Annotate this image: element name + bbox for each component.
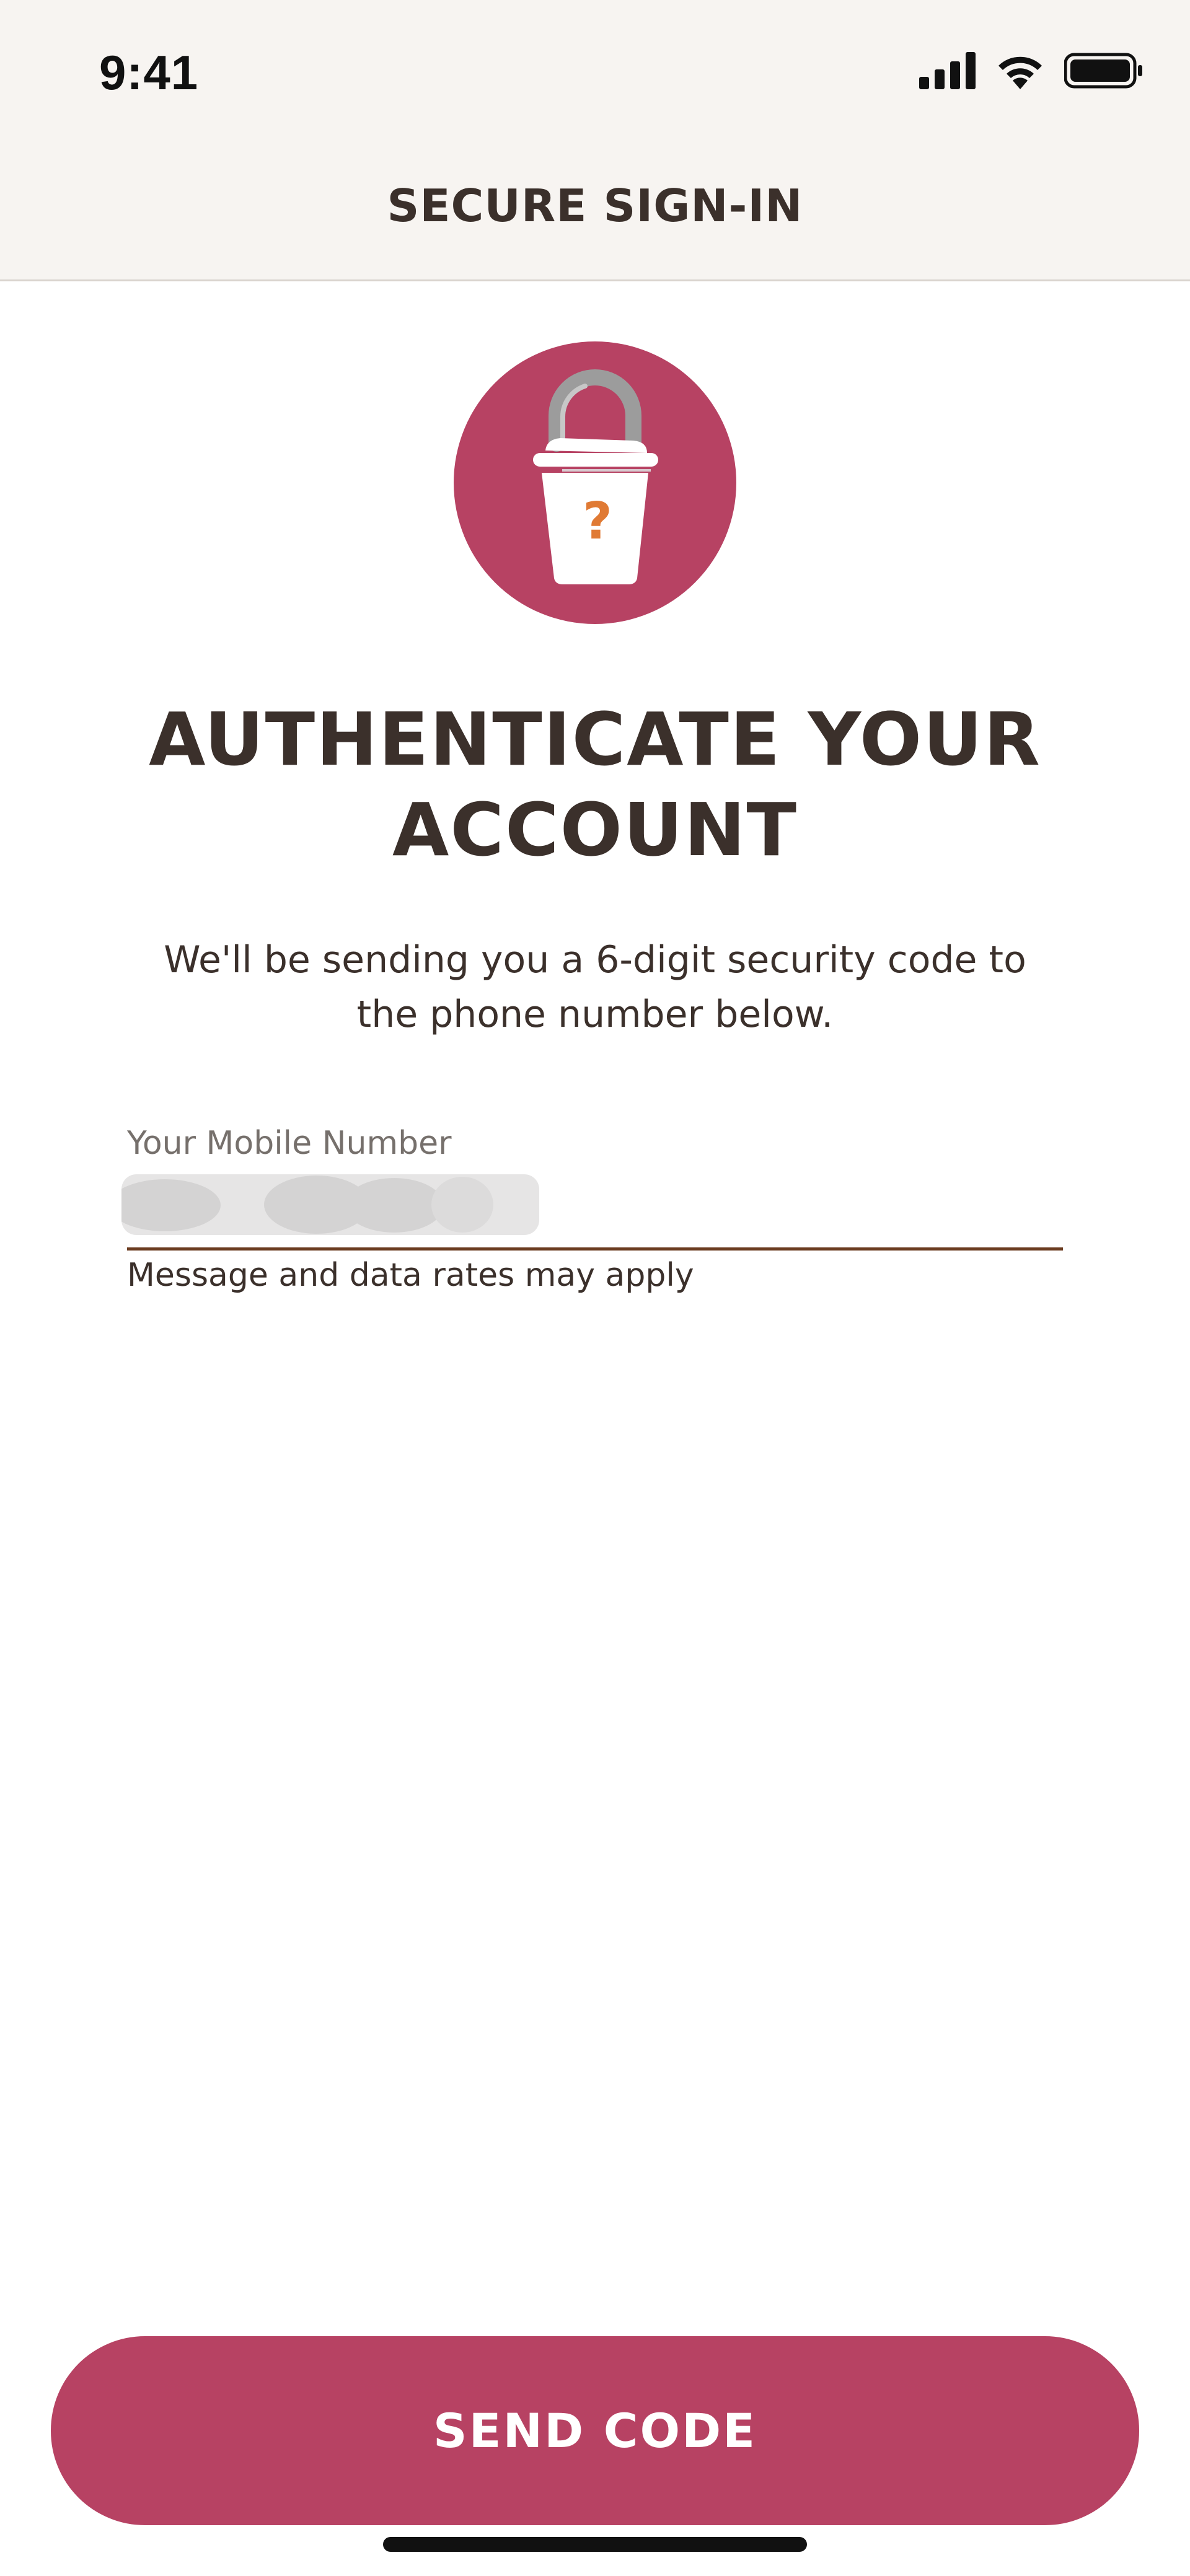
headline-line-2: ACCOUNT xyxy=(392,787,798,873)
headline-line-1: AUTHENTICATE YOUR xyxy=(149,697,1041,782)
description: We'll be sending you a 6-digit security … xyxy=(136,933,1054,1042)
field-underline xyxy=(127,1247,1063,1251)
description-line-1: We'll be sending you a 6-digit security … xyxy=(164,938,1026,982)
redacted-value-blob xyxy=(345,1178,444,1233)
top-bar: 9:41 SECURE SIGN-IN xyxy=(0,0,1190,281)
mobile-number-field[interactable] xyxy=(121,1174,539,1235)
cellular-signal-icon xyxy=(919,52,976,92)
redacted-value xyxy=(121,1179,221,1231)
send-code-label: SEND CODE xyxy=(433,2403,757,2458)
status-icons xyxy=(919,52,1144,92)
wifi-icon xyxy=(995,52,1046,92)
headline: AUTHENTICATE YOUR ACCOUNT xyxy=(99,694,1091,875)
send-code-button[interactable]: SEND CODE xyxy=(51,2336,1139,2525)
description-line-2: the phone number below. xyxy=(356,993,834,1036)
locked-coffee-cup-icon: ? xyxy=(454,341,736,624)
redacted-value-blob xyxy=(431,1177,493,1233)
question-mark-glyph: ? xyxy=(583,492,612,551)
status-time: 9:41 xyxy=(99,45,199,100)
battery-icon xyxy=(1064,52,1144,92)
rates-disclaimer: Message and data rates may apply xyxy=(127,1257,694,1294)
mobile-number-label: Your Mobile Number xyxy=(127,1125,452,1162)
page-title: SECURE SIGN-IN xyxy=(387,180,803,232)
home-indicator[interactable] xyxy=(383,2537,807,2552)
